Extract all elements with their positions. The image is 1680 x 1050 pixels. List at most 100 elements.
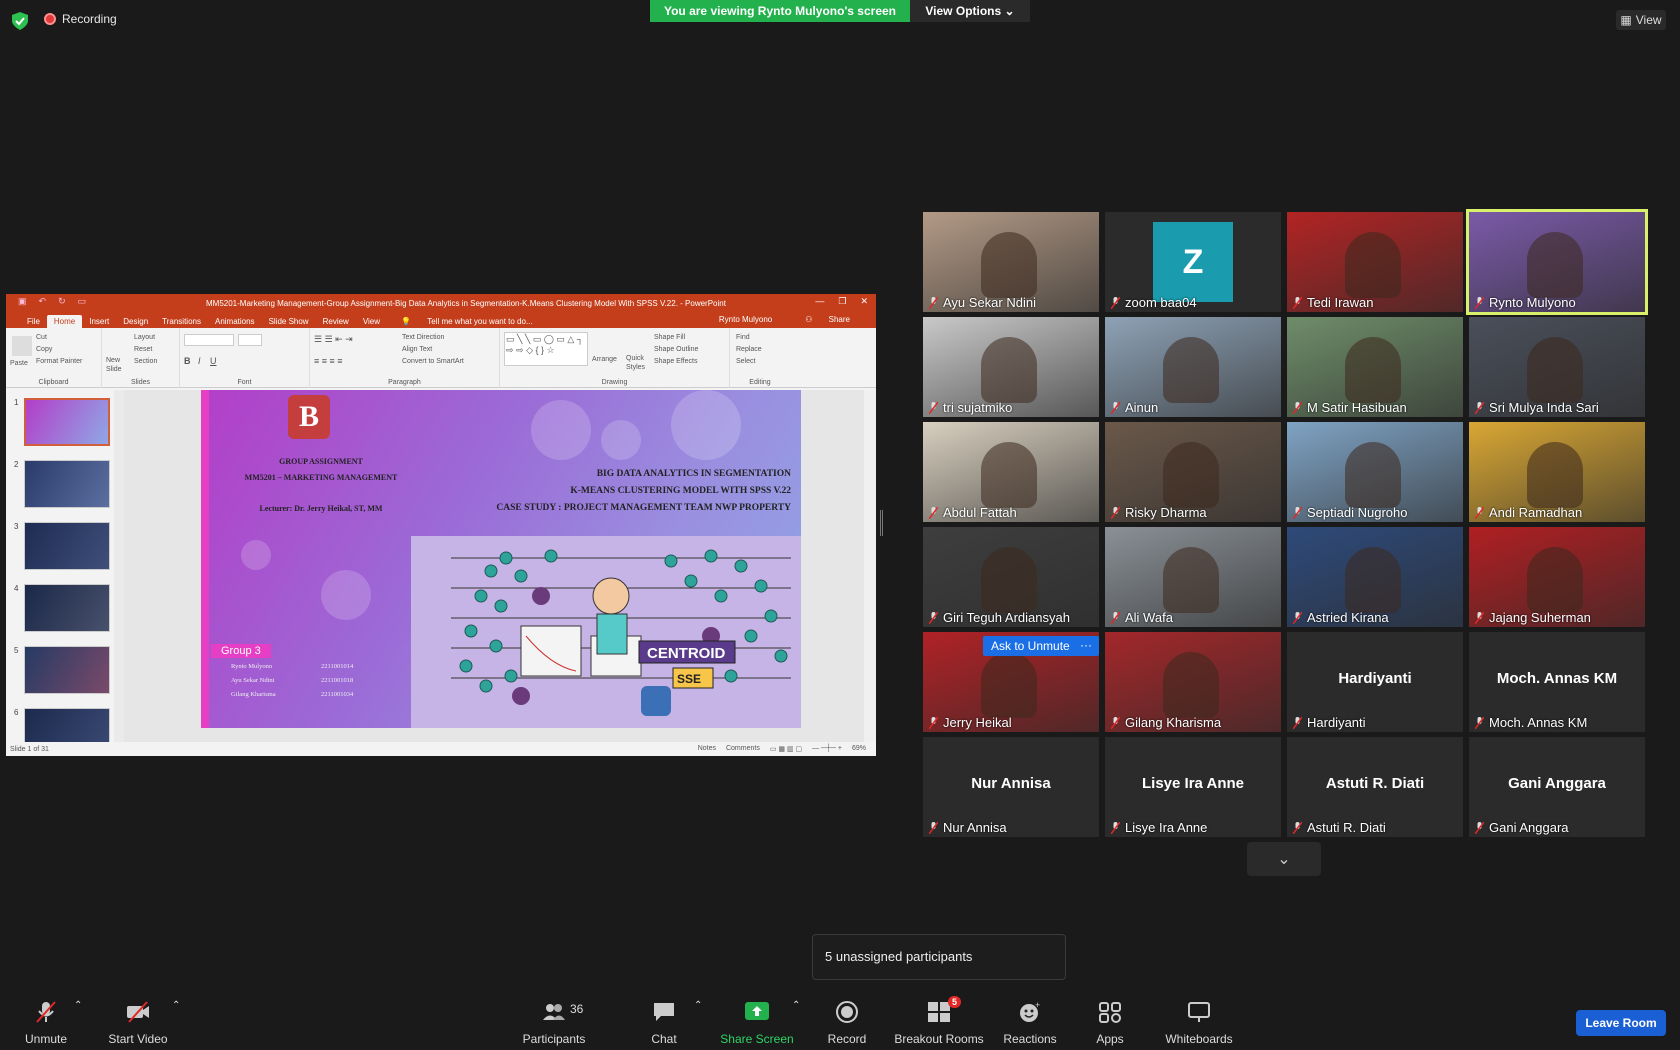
slide-thumbnail[interactable] (24, 398, 110, 446)
participant-tile[interactable]: Astried Kirana (1287, 527, 1463, 627)
participant-tile[interactable]: Abdul Fattah (923, 422, 1099, 522)
participant-tile[interactable]: Giri Teguh Ardiansyah (923, 527, 1099, 627)
participant-tile[interactable]: Gilang Kharisma (1105, 632, 1281, 732)
cut-button[interactable]: Cut (36, 332, 82, 344)
close-icon[interactable]: ✕ (860, 296, 868, 307)
share-options-caret-icon[interactable]: ⌃ (792, 1000, 800, 1011)
slide-thumbnail[interactable] (24, 646, 110, 694)
find-button[interactable]: Find (736, 332, 762, 344)
slide-thumbnail[interactable] (24, 460, 110, 508)
current-slide[interactable]: B GROUP ASSIGNMENT MM5201 – MARKETING MA… (201, 390, 801, 728)
participant-tile[interactable]: Ainun (1105, 317, 1281, 417)
italic-icon[interactable]: I (198, 356, 201, 366)
shape-outline-button[interactable]: Shape Outline (654, 344, 698, 356)
ask-to-unmute-button[interactable]: Ask to Unmute (983, 636, 1078, 656)
participant-tile[interactable]: Septiadi Nugroho (1287, 422, 1463, 522)
view-button[interactable]: ▦ View (1616, 10, 1666, 30)
share-screen-button[interactable]: Share Screen (720, 990, 794, 1050)
copy-button[interactable]: Copy (36, 344, 82, 356)
recording-indicator[interactable]: Recording (44, 12, 117, 26)
chat-button[interactable]: Chat (644, 990, 684, 1050)
section-button[interactable]: Section (134, 356, 157, 368)
apps-button[interactable]: Apps (1090, 990, 1130, 1050)
audio-options-caret-icon[interactable]: ⌃ (74, 1000, 82, 1011)
view-mode-icons[interactable]: ▭ ▦ ▥ ▢ (770, 745, 802, 753)
participant-tile[interactable]: Tedi Irawan (1287, 212, 1463, 312)
align-icons[interactable]: ≡ ≡ ≡ ≡ (314, 356, 343, 366)
thumbnail-scrollbar[interactable] (114, 390, 124, 742)
minimize-icon[interactable]: — (815, 296, 824, 307)
shapes-gallery[interactable]: ▭ ╲ ╲ ▭ ◯ ▭ △ ┐ ⇨ ⇨ ◇ { } ☆ (504, 332, 588, 366)
shape-fill-button[interactable]: Shape Fill (654, 332, 698, 344)
tab-slide-show[interactable]: Slide Show (262, 315, 316, 328)
tab-view[interactable]: View (356, 315, 387, 328)
participant-tile[interactable]: M Satir Hasibuan (1287, 317, 1463, 417)
undo-icon[interactable]: ↶ (39, 296, 47, 307)
zoom-slider[interactable]: — ─┼─ + (812, 745, 842, 753)
unassigned-participants-tooltip[interactable]: 5 unassigned participants (812, 934, 1066, 980)
reset-button[interactable]: Reset (134, 344, 157, 356)
underline-icon[interactable]: U (210, 356, 217, 366)
tab-animations[interactable]: Animations (208, 315, 262, 328)
view-options-button[interactable]: View Options ⌄ (910, 0, 1030, 22)
format-painter-button[interactable]: Format Painter (36, 356, 82, 368)
breakout-rooms-button[interactable]: 5 Breakout Rooms (894, 990, 984, 1050)
participant-tile[interactable]: Nur Annisa Nur Annisa (923, 737, 1099, 837)
list-icons[interactable]: ☰ ☰ ⇤ ⇥ (314, 334, 353, 345)
more-options-button[interactable]: ··· (1073, 636, 1099, 656)
font-size-box[interactable] (238, 334, 262, 346)
participant-tile[interactable]: Andi Ramadhan (1469, 422, 1645, 522)
select-button[interactable]: Select (736, 356, 762, 368)
redo-icon[interactable]: ↻ (58, 296, 66, 307)
panel-resize-handle[interactable] (880, 510, 883, 536)
zoom-level[interactable]: 69% (852, 745, 866, 753)
present-icon[interactable]: ▭ (78, 296, 87, 307)
participant-tile[interactable]: Hardiyanti Hardiyanti (1287, 632, 1463, 732)
tab-file[interactable]: File (20, 315, 47, 328)
participant-tile[interactable]: Lisye Ira Anne Lisye Ira Anne (1105, 737, 1281, 837)
gallery-next-page-button[interactable]: ⌄ (1247, 842, 1321, 876)
participant-tile[interactable]: Jajang Suherman (1469, 527, 1645, 627)
participant-tile[interactable]: Sri Mulya Inda Sari (1469, 317, 1645, 417)
chat-options-caret-icon[interactable]: ⌃ (694, 1000, 702, 1011)
comments-button[interactable]: Comments (726, 745, 760, 753)
slide-thumbnail[interactable] (24, 708, 110, 742)
quick-styles-button[interactable]: Quick Styles (626, 354, 648, 372)
paste-label[interactable]: Paste (10, 358, 28, 370)
tab-design[interactable]: Design (116, 315, 155, 328)
ppt-share-button[interactable]: ⚇ Share (791, 313, 864, 326)
tell-me-box[interactable]: 💡 Tell me what you want to do... (387, 315, 547, 328)
participant-tile[interactable]: Ayu Sekar Ndini (923, 212, 1099, 312)
start-video-button[interactable]: Start Video (104, 990, 172, 1050)
bold-icon[interactable]: B (184, 356, 191, 366)
restore-icon[interactable]: ❐ (838, 296, 846, 307)
arrange-button[interactable]: Arrange (592, 356, 617, 363)
participant-tile[interactable]: Moch. Annas KM Moch. Annas KM (1469, 632, 1645, 732)
record-button[interactable]: Record (824, 990, 870, 1050)
align-text-button[interactable]: Align Text (402, 344, 464, 356)
ppt-user-name[interactable]: Rynto Mulyono (712, 313, 779, 326)
font-name-box[interactable] (184, 334, 234, 346)
participant-tile[interactable]: Rynto Mulyono (1466, 209, 1648, 315)
slide-scrollbar[interactable] (864, 390, 876, 742)
shape-effects-button[interactable]: Shape Effects (654, 356, 698, 368)
text-direction-button[interactable]: Text Direction (402, 332, 464, 344)
leave-room-button[interactable]: Leave Room (1576, 1010, 1666, 1036)
tab-transitions[interactable]: Transitions (155, 315, 208, 328)
participant-tile[interactable]: Zzoom baa04 (1105, 212, 1281, 312)
slide-thumbnail[interactable] (24, 584, 110, 632)
paste-icon[interactable] (12, 336, 32, 356)
save-icon[interactable]: ▣ (18, 296, 27, 307)
layout-button[interactable]: Layout (134, 332, 157, 344)
shield-icon[interactable] (12, 12, 28, 30)
tab-review[interactable]: Review (316, 315, 356, 328)
replace-button[interactable]: Replace (736, 344, 762, 356)
unmute-button[interactable]: Unmute (20, 990, 72, 1050)
notes-button[interactable]: Notes (698, 745, 716, 753)
participant-tile[interactable]: tri sujatmiko (923, 317, 1099, 417)
new-slide-button[interactable]: New Slide (106, 356, 132, 374)
reactions-button[interactable]: + Reactions (1002, 990, 1058, 1050)
participant-tile[interactable]: Ali Wafa (1105, 527, 1281, 627)
participant-tile[interactable]: Gani Anggara Gani Anggara (1469, 737, 1645, 837)
tab-insert[interactable]: Insert (82, 315, 116, 328)
